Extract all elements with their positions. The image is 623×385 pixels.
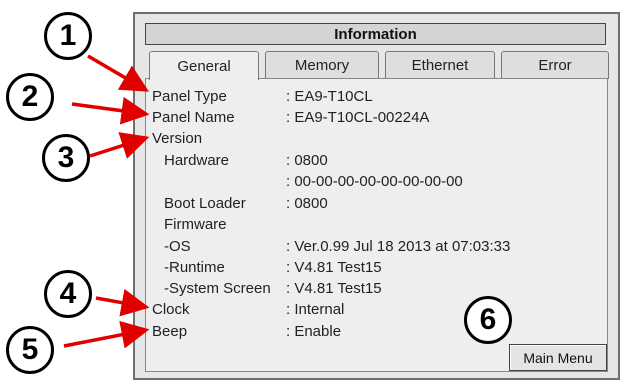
tab-general[interactable]: General (149, 51, 259, 80)
arrow-2 (71, 96, 150, 125)
callout-5: 5 (6, 326, 54, 374)
arrow-3 (89, 132, 150, 159)
callout-6: 6 (464, 296, 512, 344)
callout-4: 4 (44, 270, 92, 318)
callout-3: 3 (42, 134, 90, 182)
arrow-5 (63, 320, 150, 349)
arrow-4 (95, 288, 150, 317)
arrow-1 (87, 54, 150, 92)
callout-2: 2 (6, 73, 54, 121)
callout-1: 1 (44, 12, 92, 60)
callout-arrows (63, 54, 150, 349)
